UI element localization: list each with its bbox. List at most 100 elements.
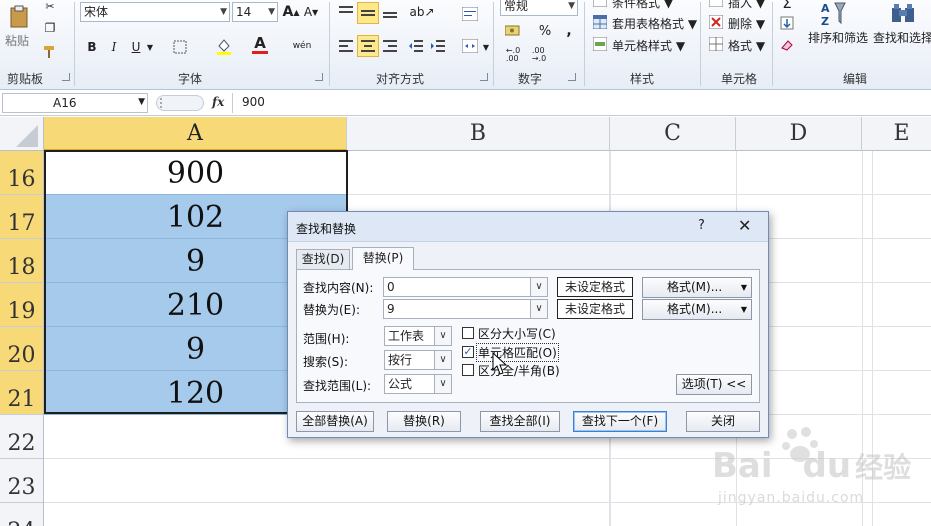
find-select-label[interactable]: 查找和选择 [873, 29, 931, 46]
wrap-text-icon[interactable] [460, 4, 480, 24]
row-header-23[interactable]: 23 [0, 459, 44, 503]
font-name-combo[interactable]: 宋体 ▼ [80, 2, 230, 22]
formula-input[interactable]: 900 [242, 95, 265, 109]
currency-icon[interactable] [502, 22, 526, 40]
replace-with-input[interactable]: 9 ∨ [383, 299, 548, 319]
increase-decimal-icon[interactable]: ←.0.00 [502, 46, 524, 64]
match-case-checkbox[interactable] [462, 327, 474, 339]
align-right-icon[interactable] [380, 36, 400, 56]
font-size-combo[interactable]: 14 ▼ [232, 2, 278, 22]
column-header-c[interactable]: C [610, 117, 736, 151]
close-icon[interactable]: ✕ [738, 216, 751, 235]
format-icon[interactable] [708, 36, 724, 52]
find-what-input[interactable]: 0 ∨ [383, 277, 548, 297]
decrease-indent-icon[interactable] [406, 36, 426, 56]
match-case-label[interactable]: 区分大小写(C) [478, 325, 556, 342]
conditional-format-icon[interactable] [592, 0, 608, 8]
phonetic-icon[interactable]: wén [290, 36, 314, 56]
tab-find[interactable]: 查找(D) [296, 249, 350, 269]
clipboard-launcher-icon[interactable] [62, 73, 70, 81]
replace-button[interactable]: 替换(R) [387, 411, 461, 432]
copy-icon[interactable]: ❐ [42, 20, 58, 36]
fill-color-icon[interactable] [214, 36, 234, 56]
row-header-21[interactable]: 21 [0, 371, 44, 415]
select-all-corner[interactable] [0, 117, 44, 151]
align-bottom-icon[interactable] [380, 2, 400, 22]
table-format-label[interactable]: 套用表格格式 ▼ [612, 15, 697, 32]
insert-label[interactable]: 插入 ▼ [728, 0, 765, 11]
replace-format-button[interactable]: 格式(M)... ▼ [642, 299, 752, 320]
find-all-button[interactable]: 查找全部(I) [480, 411, 560, 432]
row-header-16[interactable]: 16 [0, 151, 44, 195]
delete-icon[interactable] [708, 14, 724, 30]
table-format-icon[interactable] [592, 14, 608, 30]
align-center-icon[interactable] [357, 35, 379, 57]
find-select-icon[interactable] [888, 0, 918, 28]
italic-button[interactable]: I [106, 38, 122, 56]
insert-icon[interactable] [708, 0, 724, 8]
delete-label[interactable]: 删除 ▼ [728, 15, 765, 32]
row-header-20[interactable]: 20 [0, 327, 44, 371]
column-header-a[interactable]: A [44, 117, 347, 151]
formula-splitter[interactable] [156, 95, 204, 111]
clear-icon[interactable] [778, 36, 796, 54]
underline-button[interactable]: U [128, 38, 144, 56]
increase-indent-icon[interactable] [428, 36, 448, 56]
dialog-title-bar[interactable]: 查找和替换 ? ✕ [288, 212, 768, 242]
percent-button[interactable]: % [536, 22, 554, 40]
find-format-button[interactable]: 格式(M)... ▼ [642, 277, 752, 298]
sort-filter-icon[interactable]: AZ [818, 0, 848, 28]
comma-button[interactable]: , [562, 22, 576, 40]
help-button[interactable]: ? [698, 218, 705, 233]
chevron-down-icon[interactable]: ▼ [138, 97, 145, 107]
row-header-22[interactable]: 22 [0, 415, 44, 459]
match-width-checkbox[interactable] [462, 364, 474, 376]
chevron-down-icon[interactable]: ∨ [434, 327, 451, 345]
row-header-24[interactable]: 24 [0, 503, 44, 526]
chevron-down-icon[interactable]: ∨ [434, 351, 451, 369]
merge-dropdown-icon[interactable]: ▼ [482, 40, 490, 54]
column-header-b[interactable]: B [347, 117, 610, 151]
cut-icon[interactable]: ✂ [42, 0, 58, 13]
conditional-format-label[interactable]: 条件格式 ▼ [612, 0, 673, 11]
shrink-font-button[interactable]: A ▼ [302, 2, 320, 22]
column-header-d[interactable]: D [736, 117, 862, 151]
align-top-icon[interactable] [336, 2, 356, 22]
grow-font-button[interactable]: A ▲ [282, 2, 300, 22]
match-entire-cell-label[interactable]: 单元格匹配(O) [476, 343, 559, 362]
options-button[interactable]: 选项(T) << [676, 374, 752, 395]
search-select[interactable]: 按行 ∨ [384, 350, 452, 370]
tab-replace[interactable]: 替换(P) [352, 247, 414, 270]
match-width-label[interactable]: 区分全/半角(B) [478, 362, 560, 379]
cell-styles-label[interactable]: 单元格样式 ▼ [612, 37, 685, 54]
find-next-button[interactable]: 查找下一个(F) [573, 411, 667, 432]
row-header-19[interactable]: 19 [0, 283, 44, 327]
replace-all-button[interactable]: 全部替换(A) [296, 411, 374, 432]
number-launcher-icon[interactable] [568, 73, 576, 81]
name-box[interactable]: A16 ▼ [2, 93, 148, 113]
scope-select[interactable]: 工作表 ∨ [384, 326, 452, 346]
bold-button[interactable]: B [84, 38, 100, 56]
match-entire-cell-checkbox[interactable]: ✓ [462, 346, 474, 358]
underline-dropdown-icon[interactable]: ▼ [146, 40, 154, 54]
row-header-17[interactable]: 17 [0, 195, 44, 239]
merge-center-icon[interactable] [460, 36, 480, 56]
close-button[interactable]: 关闭 [686, 411, 760, 432]
chevron-down-icon[interactable]: ∨ [434, 375, 451, 393]
chevron-down-icon[interactable]: ∨ [530, 278, 547, 296]
autosum-icon[interactable]: Σ [778, 0, 796, 12]
align-middle-icon[interactable] [357, 2, 379, 24]
sort-filter-label[interactable]: 排序和筛选 [808, 29, 868, 46]
font-launcher-icon[interactable] [315, 73, 323, 81]
paste-label[interactable]: 粘贴 [5, 32, 29, 49]
fx-button[interactable]: fx [212, 95, 224, 109]
row-header-18[interactable]: 18 [0, 239, 44, 283]
column-header-e[interactable]: E [862, 117, 931, 151]
chevron-down-icon[interactable]: ∨ [530, 300, 547, 318]
number-format-combo[interactable]: 常规 ▼ [500, 0, 578, 16]
format-painter-icon[interactable] [42, 44, 58, 60]
decrease-decimal-icon[interactable]: .00 →.0 [528, 46, 550, 64]
cell-styles-icon[interactable] [592, 36, 608, 52]
look-in-select[interactable]: 公式 ∨ [384, 374, 452, 394]
border-icon[interactable] [172, 38, 188, 56]
